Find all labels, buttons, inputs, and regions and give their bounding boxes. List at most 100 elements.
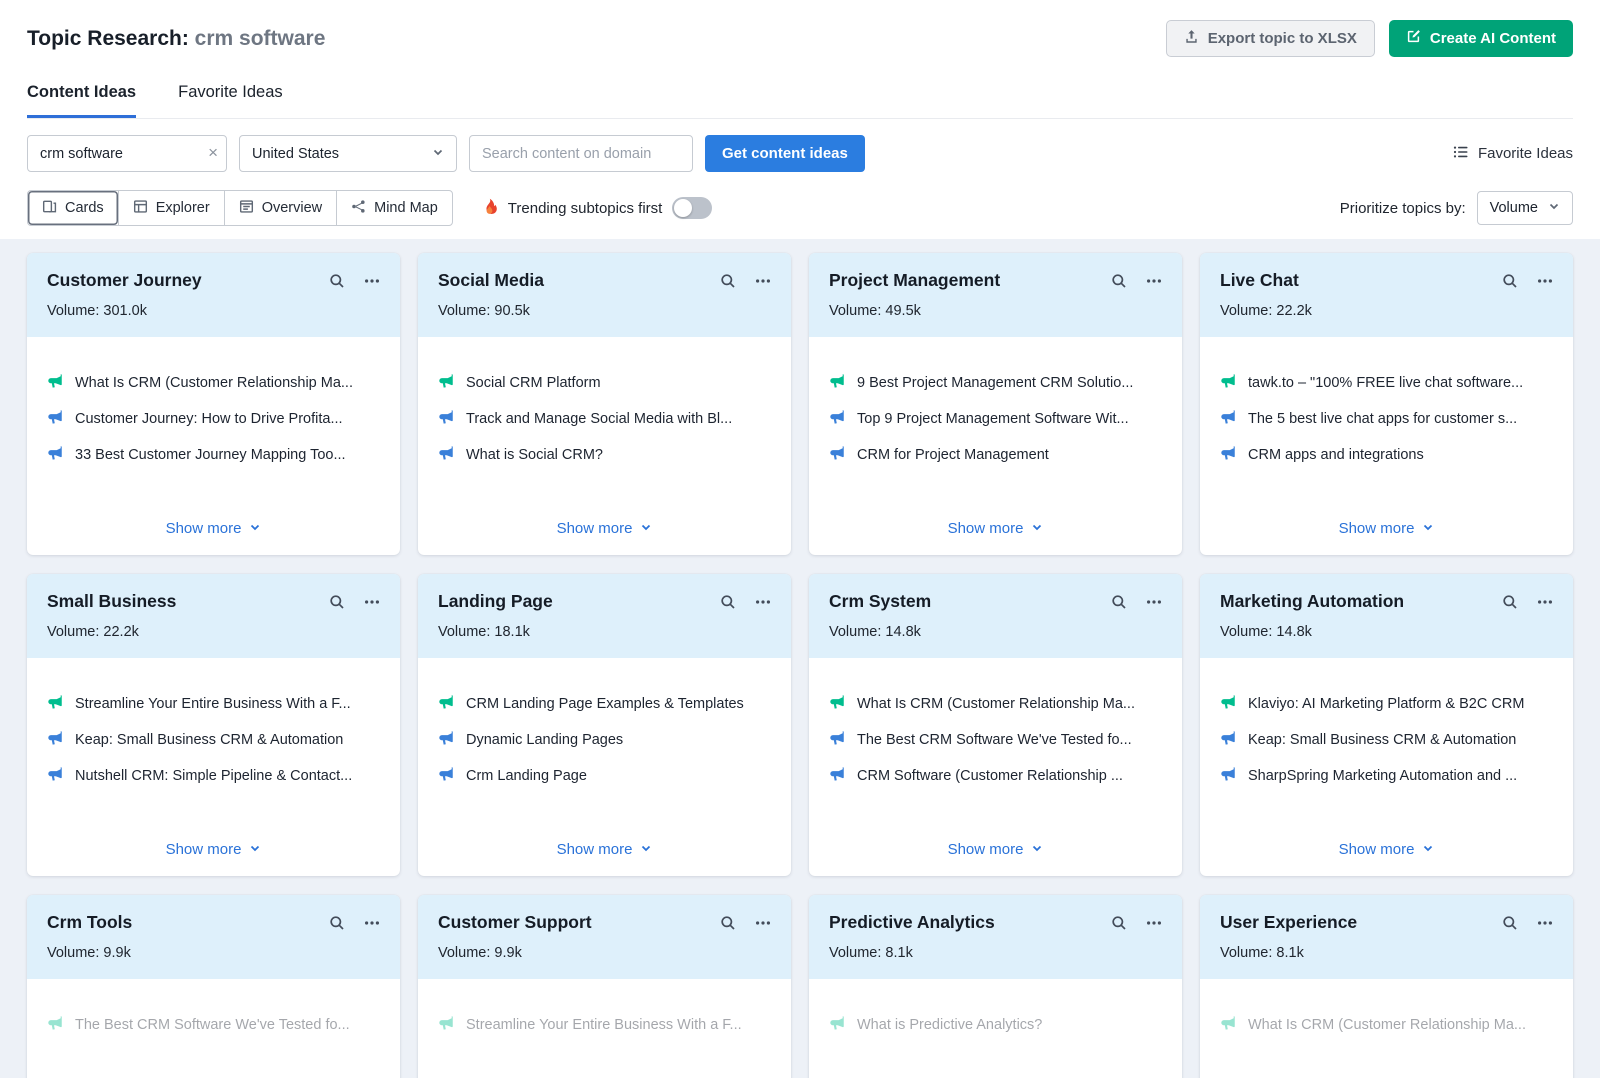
search-topic-icon[interactable] — [720, 273, 736, 289]
idea-item[interactable]: What Is CRM (Customer Relationship Ma... — [47, 373, 380, 393]
search-topic-icon[interactable] — [1111, 273, 1127, 289]
more-options-icon[interactable] — [364, 594, 380, 610]
search-topic-icon[interactable] — [329, 915, 345, 931]
view-cards[interactable]: Cards — [28, 191, 118, 225]
idea-item[interactable]: CRM Landing Page Examples & Templates — [438, 694, 771, 714]
topic-card-body: What is Predictive Analytics? — [809, 979, 1182, 1078]
topic-volume: Volume: 14.8k — [829, 624, 1162, 640]
idea-item[interactable]: 33 Best Customer Journey Mapping Too... — [47, 445, 380, 465]
topic-card: Landing Page Volume: 18.1k CRM Landing P… — [418, 574, 791, 876]
search-topic-icon[interactable] — [720, 915, 736, 931]
search-topic-icon[interactable] — [329, 594, 345, 610]
show-more-link[interactable]: Show more — [438, 496, 771, 537]
more-options-icon[interactable] — [1146, 273, 1162, 289]
show-more-link[interactable]: Show more — [829, 496, 1162, 537]
idea-text: The Best CRM Software We've Tested fo... — [857, 732, 1132, 748]
country-select[interactable]: United States — [239, 135, 457, 172]
more-options-icon[interactable] — [364, 273, 380, 289]
export-xlsx-button[interactable]: Export topic to XLSX — [1166, 20, 1375, 57]
search-topic-icon[interactable] — [1111, 594, 1127, 610]
search-topic-icon[interactable] — [1111, 915, 1127, 931]
idea-item[interactable]: What Is CRM (Customer Relationship Ma... — [829, 694, 1162, 714]
show-more-link[interactable]: Show more — [1220, 496, 1553, 537]
chevron-down-icon — [640, 520, 652, 537]
idea-item[interactable]: Top 9 Project Management Software Wit... — [829, 409, 1162, 429]
idea-item[interactable]: tawk.to – "100% FREE live chat software.… — [1220, 373, 1553, 393]
topic-card: Customer Journey Volume: 301.0k What Is … — [27, 253, 400, 555]
tab-favorite-ideas[interactable]: Favorite Ideas — [178, 83, 283, 118]
idea-item[interactable]: Streamline Your Entire Business With a F… — [438, 1015, 771, 1035]
idea-text: Streamline Your Entire Business With a F… — [75, 696, 351, 712]
idea-item[interactable]: SharpSpring Marketing Automation and ... — [1220, 766, 1553, 786]
prioritize-select[interactable]: Volume — [1477, 191, 1573, 225]
megaphone-icon — [47, 409, 63, 429]
topic-title: Crm System — [829, 591, 931, 612]
prioritize-value: Volume — [1490, 200, 1538, 216]
idea-item[interactable]: Customer Journey: How to Drive Profita..… — [47, 409, 380, 429]
idea-item[interactable]: What is Social CRM? — [438, 445, 771, 465]
show-more-link[interactable]: Show more — [829, 817, 1162, 858]
page-title-query: crm software — [195, 27, 326, 50]
idea-item[interactable]: Klaviyo: AI Marketing Platform & B2C CRM — [1220, 694, 1553, 714]
clear-search-icon[interactable]: × — [208, 143, 218, 163]
get-content-ideas-button[interactable]: Get content ideas — [705, 135, 865, 172]
view-mind-map[interactable]: Mind Map — [336, 191, 452, 225]
topic-card-header: Predictive Analytics Volume: 8.1k — [809, 895, 1182, 979]
topic-grid-area: Customer Journey Volume: 301.0k What Is … — [0, 239, 1600, 1078]
idea-item[interactable]: CRM Software (Customer Relationship ... — [829, 766, 1162, 786]
idea-item[interactable]: CRM apps and integrations — [1220, 445, 1553, 465]
chevron-down-icon — [1031, 520, 1043, 537]
idea-item[interactable]: The Best CRM Software We've Tested fo... — [47, 1015, 380, 1035]
more-options-icon[interactable] — [755, 273, 771, 289]
show-more-link[interactable]: Show more — [47, 496, 380, 537]
idea-item[interactable]: The Best CRM Software We've Tested fo... — [829, 730, 1162, 750]
idea-list: CRM Landing Page Examples & Templates Dyn… — [438, 694, 771, 786]
view-overview[interactable]: Overview — [224, 191, 336, 225]
idea-item[interactable]: Dynamic Landing Pages — [438, 730, 771, 750]
domain-search-input[interactable] — [469, 135, 693, 172]
idea-item[interactable]: Track and Manage Social Media with Bl... — [438, 409, 771, 429]
megaphone-icon — [1220, 1015, 1236, 1035]
idea-item[interactable]: Social CRM Platform — [438, 373, 771, 393]
show-more-link[interactable]: Show more — [1220, 817, 1553, 858]
topic-volume: Volume: 14.8k — [1220, 624, 1553, 640]
tab-content-ideas[interactable]: Content Ideas — [27, 83, 136, 118]
create-ai-content-button[interactable]: Create AI Content — [1389, 20, 1573, 57]
search-topic-icon[interactable] — [329, 273, 345, 289]
search-topic-icon[interactable] — [1502, 273, 1518, 289]
more-options-icon[interactable] — [755, 915, 771, 931]
idea-item[interactable]: Keap: Small Business CRM & Automation — [1220, 730, 1553, 750]
idea-item[interactable]: Nutshell CRM: Simple Pipeline & Contact.… — [47, 766, 380, 786]
more-options-icon[interactable] — [1537, 915, 1553, 931]
idea-text: Customer Journey: How to Drive Profita..… — [75, 411, 343, 427]
more-options-icon[interactable] — [1537, 594, 1553, 610]
idea-text: SharpSpring Marketing Automation and ... — [1248, 768, 1517, 784]
more-options-icon[interactable] — [1146, 594, 1162, 610]
view-explorer[interactable]: Explorer — [118, 191, 224, 225]
idea-item[interactable]: Crm Landing Page — [438, 766, 771, 786]
more-options-icon[interactable] — [364, 915, 380, 931]
idea-item[interactable]: 9 Best Project Management CRM Solutio... — [829, 373, 1162, 393]
idea-item[interactable]: What is Predictive Analytics? — [829, 1015, 1162, 1035]
idea-item[interactable]: Keap: Small Business CRM & Automation — [47, 730, 380, 750]
search-topic-icon[interactable] — [1502, 594, 1518, 610]
more-options-icon[interactable] — [755, 594, 771, 610]
idea-item[interactable]: Streamline Your Entire Business With a F… — [47, 694, 380, 714]
topic-card: User Experience Volume: 8.1k What Is CRM… — [1200, 895, 1573, 1078]
more-options-icon[interactable] — [1537, 273, 1553, 289]
megaphone-icon — [47, 730, 63, 750]
idea-item[interactable]: The 5 best live chat apps for customer s… — [1220, 409, 1553, 429]
idea-list: 9 Best Project Management CRM Solutio...… — [829, 373, 1162, 465]
show-more-link[interactable]: Show more — [438, 817, 771, 858]
favorite-ideas-link[interactable]: Favorite Ideas — [1453, 144, 1573, 164]
search-topic-icon[interactable] — [1502, 915, 1518, 931]
more-options-icon[interactable] — [1146, 915, 1162, 931]
chevron-down-icon — [249, 520, 261, 537]
trending-toggle[interactable] — [672, 197, 712, 219]
show-more-link[interactable]: Show more — [47, 817, 380, 858]
idea-item[interactable]: What Is CRM (Customer Relationship Ma... — [1220, 1015, 1553, 1035]
search-topic-icon[interactable] — [720, 594, 736, 610]
idea-item[interactable]: CRM for Project Management — [829, 445, 1162, 465]
show-more-label: Show more — [1339, 841, 1415, 858]
topic-search-input[interactable] — [27, 135, 227, 172]
